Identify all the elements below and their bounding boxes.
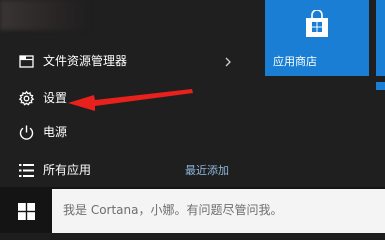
tile-partial[interactable]	[376, 82, 385, 90]
search-placeholder: 我是 Cortana，小娜。有问题尽管问我。	[63, 203, 283, 217]
menu-item-label: 所有应用	[43, 163, 92, 177]
menu-item-label: 电源	[43, 125, 68, 139]
menu-item-power[interactable]: 电源	[0, 117, 245, 147]
tile-label: 应用商店	[273, 55, 317, 68]
store-bag-icon	[304, 9, 330, 38]
gear-icon	[18, 90, 35, 107]
menu-item-all-apps[interactable]: 所有应用 最近添加	[0, 155, 245, 185]
cortana-search-box[interactable]: 我是 Cortana，小娜。有问题尽管问我。	[52, 189, 385, 233]
start-button[interactable]	[0, 187, 52, 233]
windows-logo-icon	[18, 203, 35, 220]
power-icon	[18, 124, 35, 141]
menu-item-label: 设置	[43, 91, 68, 105]
user-account-blurred[interactable]	[0, 0, 90, 30]
menu-item-label: 文件资源管理器	[43, 54, 128, 68]
start-menu: 文件资源管理器 设置 电源 所有应用 最近添加 应用商店	[0, 0, 385, 187]
recently-added-label: 最近添加	[185, 164, 229, 177]
tile-store[interactable]: 应用商店	[265, 0, 369, 76]
taskbar: 我是 Cortana，小娜。有问题尽管问我。	[0, 187, 385, 233]
menu-item-file-explorer[interactable]: 文件资源管理器	[0, 46, 245, 76]
tile-partial[interactable]	[376, 0, 385, 76]
chevron-right-icon[interactable]	[223, 54, 233, 68]
all-apps-icon	[18, 162, 35, 179]
menu-item-settings[interactable]: 设置	[0, 83, 245, 113]
file-explorer-icon	[18, 53, 35, 70]
